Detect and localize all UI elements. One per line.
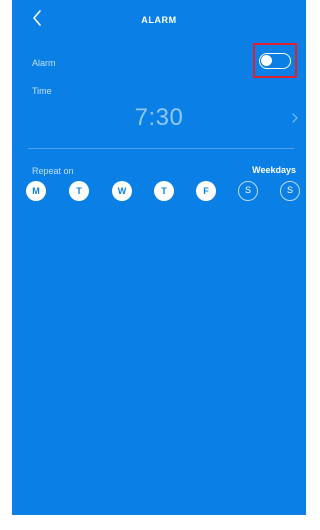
time-value[interactable]: 7:30 [12,104,306,132]
alarm-toggle[interactable] [259,53,291,69]
toggle-knob [261,55,272,66]
header-bar: ALARM [12,0,306,38]
day-tuesday[interactable]: T [69,181,89,201]
chevron-right-icon [292,113,298,123]
repeat-value: Weekdays [252,165,296,175]
day-sunday[interactable]: S [280,181,300,201]
day-thursday[interactable]: T [154,181,174,201]
alarm-label: Alarm [32,58,56,68]
day-friday[interactable]: F [196,181,216,201]
time-chevron-button[interactable] [291,111,299,123]
day-saturday[interactable]: S [238,181,258,201]
divider [28,148,294,149]
page-title: ALARM [141,15,177,25]
repeat-label: Repeat on [32,166,74,176]
alarm-screen: ALARM Alarm Time 7:30 Repeat on Weekdays… [12,0,306,515]
weekday-selector: M T W T F S S [26,181,306,203]
day-wednesday[interactable]: W [112,181,132,201]
time-label: Time [32,86,52,96]
day-monday[interactable]: M [26,181,46,201]
